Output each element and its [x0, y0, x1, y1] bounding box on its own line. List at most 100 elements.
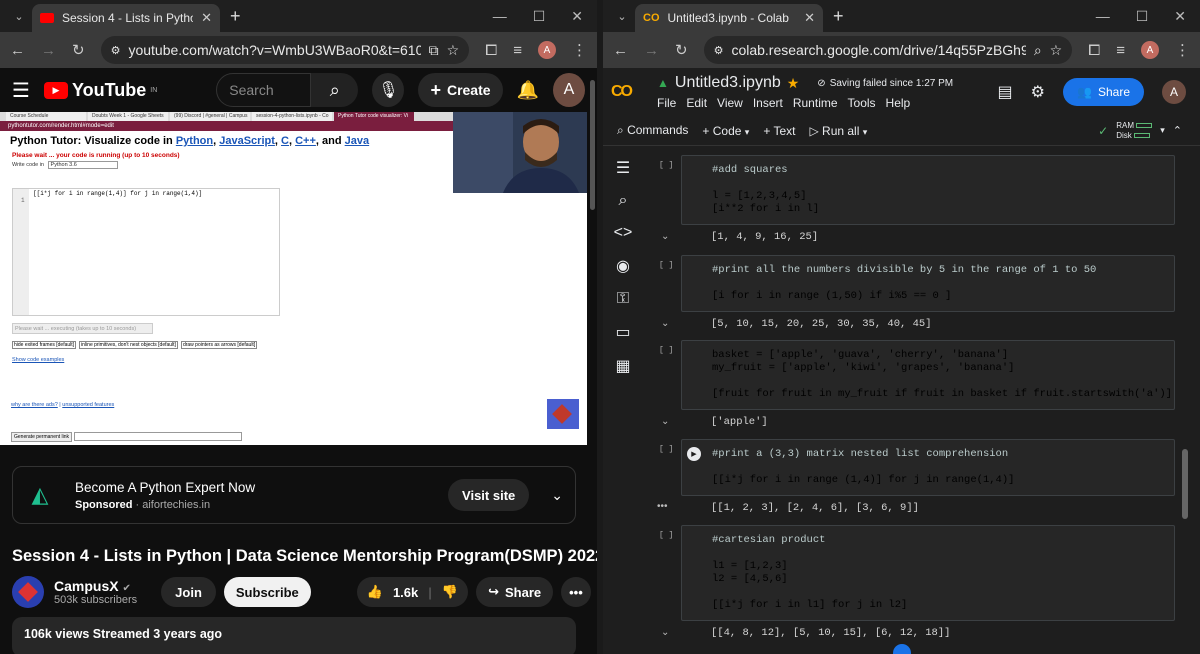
output-collapse-chevron-icon[interactable]: ⌄ [661, 318, 669, 329]
add-text-button[interactable]: + Text [763, 124, 795, 138]
page-scrollbar[interactable] [590, 80, 595, 210]
run-cell-play-icon[interactable]: ▶ [687, 447, 701, 461]
url-field[interactable]: ⚙ youtube.com/watch?v=WmbU3WBaoR0&t=6101… [100, 36, 470, 64]
voice-search-button[interactable]: 🎙 [372, 73, 405, 107]
output-collapse-chevron-icon[interactable]: ⌄ [661, 416, 669, 427]
sponsored-ad[interactable]: ◭ Become A Python Expert Now Sponsored ·… [12, 466, 576, 524]
cell-editor[interactable]: #cartesian product l1 = [1,2,3] l2 = [4,… [681, 525, 1175, 621]
output-collapse-chevron-icon[interactable]: ⌄ [661, 627, 669, 638]
close-window-icon[interactable]: ✕ [1174, 8, 1186, 25]
cell-run-bracket[interactable]: [ ] [659, 346, 673, 355]
code-cell[interactable]: [ ] basket = ['apple', 'guava', 'cherry'… [651, 340, 1175, 434]
table-of-contents-icon[interactable]: ☰ [616, 158, 630, 178]
variables-icon[interactable]: ◉ [616, 256, 630, 276]
profile-avatar[interactable]: A [1141, 41, 1159, 59]
media-icon[interactable]: ≡ [513, 42, 522, 59]
user-avatar[interactable]: A [1162, 80, 1186, 104]
profile-avatar[interactable]: A [538, 41, 556, 59]
dislike-icon[interactable]: 👎 [442, 584, 458, 600]
code-snippets-icon[interactable]: <> [614, 224, 633, 242]
code-cell[interactable]: [ ] #print all the numbers divisible by … [651, 255, 1175, 336]
share-button[interactable]: ↪ Share [476, 577, 554, 607]
minimize-icon[interactable]: — [493, 8, 507, 25]
video-description[interactable]: 106k views Streamed 3 years ago [12, 617, 576, 654]
cell-run-bracket[interactable]: [ ] [659, 261, 673, 270]
menu-edit[interactable]: Edit [686, 96, 707, 110]
files-folder-icon[interactable]: ▭ [615, 322, 630, 342]
save-warning[interactable]: ⊘ Saving failed since 1:27 PM [817, 78, 953, 89]
code-cell[interactable]: [ ] #add squares l = [1,2,3,4,5] [i**2 f… [651, 155, 1175, 249]
menu-view[interactable]: View [717, 96, 743, 110]
new-tab-icon[interactable]: + [833, 6, 844, 27]
star-icon[interactable]: ★ [787, 75, 800, 92]
cell-run-bracket[interactable]: [ ] [659, 445, 673, 454]
output-collapse-chevron-icon[interactable]: ⌄ [661, 231, 669, 242]
channel-name[interactable]: CampusX [54, 578, 119, 594]
menu-insert[interactable]: Insert [753, 96, 783, 110]
scroll-down-fab-icon[interactable] [893, 644, 911, 654]
menu-runtime[interactable]: Runtime [793, 96, 838, 110]
tab-colab[interactable]: CO Untitled3.ipynb - Colab ✕ [635, 4, 823, 32]
like-icon[interactable]: 👍 [367, 584, 383, 600]
run-all-button[interactable]: ▷ Run all ▾ [809, 124, 867, 138]
create-button[interactable]: + Create [418, 73, 503, 107]
cell-run-bracket[interactable]: [ ] [659, 161, 673, 170]
close-tab-icon[interactable]: ✕ [201, 10, 212, 26]
site-info-icon[interactable]: ⚙ [714, 44, 724, 57]
terminal-table-icon[interactable]: ▦ [615, 356, 630, 376]
subscribe-button[interactable]: Subscribe [223, 577, 311, 607]
notebook-scrollbar[interactable] [1182, 449, 1188, 519]
cell-editor[interactable]: basket = ['apple', 'guava', 'cherry', 'b… [681, 340, 1175, 410]
back-icon[interactable]: ← [613, 42, 628, 59]
close-window-icon[interactable]: ✕ [571, 8, 583, 25]
search-input[interactable]: Search [216, 73, 312, 107]
youtube-logo[interactable]: ▶ YouTube IN [43, 80, 157, 101]
ad-expand-chevron-icon[interactable]: ⌄ [551, 487, 563, 504]
more-actions-button[interactable]: ••• [561, 577, 591, 607]
new-tab-icon[interactable]: + [230, 6, 241, 27]
menu-kebab-icon[interactable]: ⋮ [1175, 41, 1190, 59]
cell-editor[interactable]: #add squares l = [1,2,3,4,5] [i**2 for i… [681, 155, 1175, 225]
add-code-button[interactable]: + Code ▾ [702, 124, 749, 138]
forward-icon[interactable]: → [644, 42, 659, 59]
join-button[interactable]: Join [161, 577, 216, 607]
back-icon[interactable]: ← [10, 42, 25, 59]
minimize-icon[interactable]: — [1096, 8, 1110, 25]
menu-help[interactable]: Help [886, 96, 911, 110]
tab-youtube[interactable]: Session 4 - Lists in Python | Dat ✕ [32, 4, 220, 32]
comments-icon[interactable]: ▤ [998, 82, 1013, 102]
resource-dropdown-icon[interactable]: ▾ [1160, 125, 1165, 136]
reload-icon[interactable]: ↻ [72, 41, 85, 59]
tab-search-icon[interactable]: ⌄ [6, 4, 32, 28]
cell-editor[interactable]: #print all the numbers divisible by 5 in… [681, 255, 1175, 312]
close-tab-icon[interactable]: ✕ [804, 10, 815, 26]
commands-button[interactable]: ⌕ Commands [617, 123, 688, 138]
notebook-filename[interactable]: Untitled3.ipynb [675, 74, 781, 92]
notifications-bell-icon[interactable]: 🔔 [517, 80, 539, 101]
url-field[interactable]: ⚙ colab.research.google.com/drive/14q55P… [703, 36, 1073, 64]
menu-file[interactable]: File [657, 96, 676, 110]
video-player[interactable]: Course Schedule Doubts Week 1 - Google S… [0, 112, 587, 445]
extensions-icon[interactable]: ⧠ [1088, 42, 1100, 59]
maximize-icon[interactable]: ☐ [533, 8, 546, 25]
bookmark-star-icon[interactable]: ☆ [1050, 42, 1063, 59]
code-cell[interactable]: [ ] #cartesian product l1 = [1,2,3] l2 =… [651, 525, 1175, 645]
find-icon[interactable]: ⌕ [619, 192, 628, 210]
collapse-header-icon[interactable]: ⌃ [1173, 124, 1182, 137]
secrets-key-icon[interactable]: ⚿ [617, 290, 629, 308]
zoom-icon[interactable]: ⌕ [1034, 42, 1042, 59]
resource-indicator[interactable]: ✓ RAM Disk ▾ ⌃ [1098, 121, 1200, 141]
hamburger-menu-icon[interactable]: ☰ [12, 78, 30, 103]
install-icon[interactable]: ⧉ [429, 42, 439, 59]
media-icon[interactable]: ≡ [1116, 42, 1125, 59]
menu-kebab-icon[interactable]: ⋮ [572, 41, 587, 59]
code-cell[interactable]: [ ] ▶ #print a (3,3) matrix nested list … [651, 439, 1175, 520]
reload-icon[interactable]: ↻ [675, 41, 688, 59]
site-info-icon[interactable]: ⚙ [111, 44, 121, 57]
colab-logo[interactable]: CO [611, 81, 645, 103]
tab-search-icon[interactable]: ⌄ [609, 4, 635, 28]
cell-run-bracket[interactable]: [ ] [659, 531, 673, 540]
output-actions-icon[interactable]: ••• [657, 501, 668, 512]
channel-avatar[interactable] [12, 576, 44, 608]
forward-icon[interactable]: → [41, 42, 56, 59]
